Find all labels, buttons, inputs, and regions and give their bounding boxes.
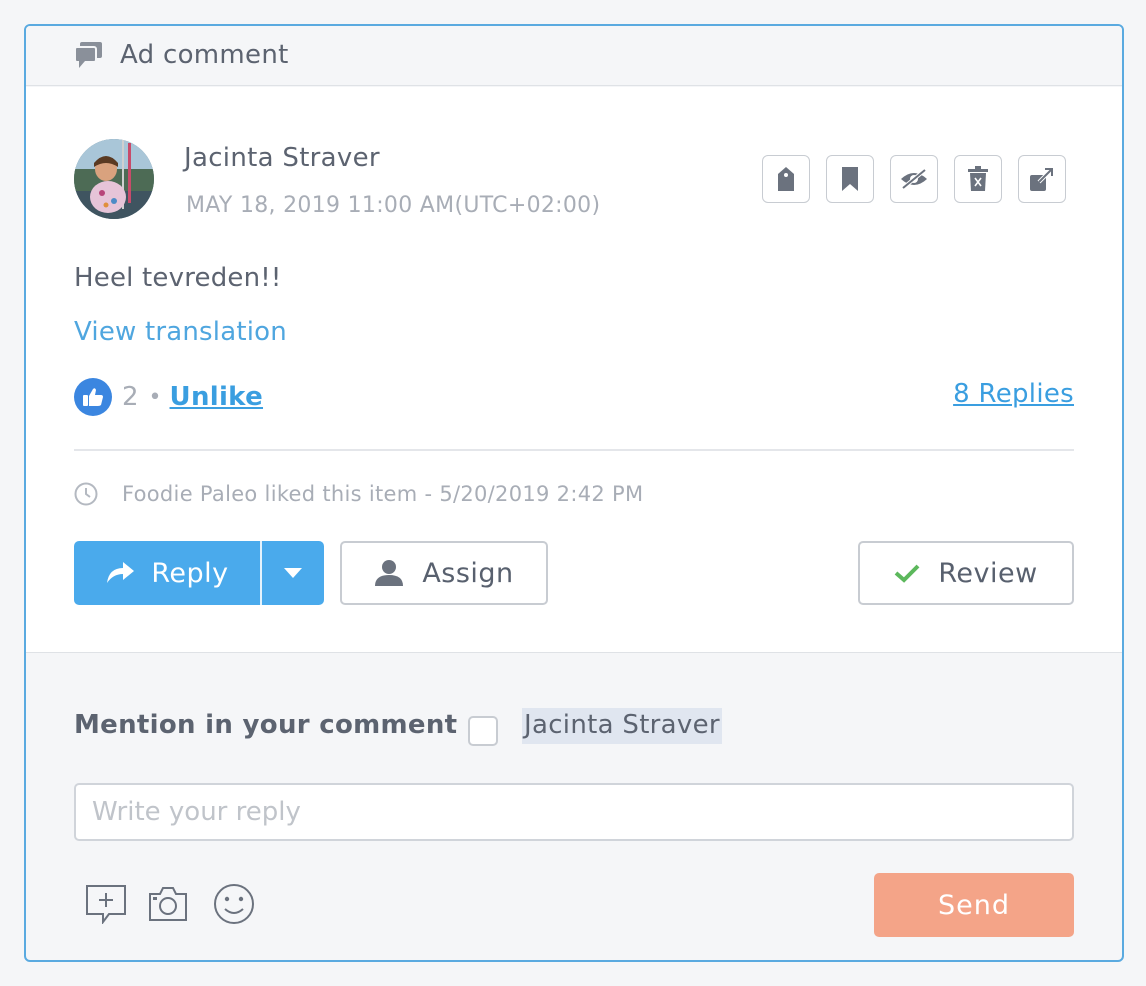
delete-button[interactable] [954, 155, 1002, 203]
tag-icon [778, 167, 794, 191]
thumbs-up-icon [74, 378, 112, 416]
ad-comment-card: Ad comment Jacinta Straver MAY 18, 2019 … [24, 24, 1124, 962]
comment-timestamp: MAY 18, 2019 11:00 AM(UTC+02:00) [186, 193, 601, 218]
review-button[interactable]: Review [858, 541, 1074, 605]
reply-button-group: Reply [74, 541, 324, 605]
emoji-button[interactable] [212, 882, 256, 926]
add-note-icon [86, 885, 126, 924]
assign-label: Assign [422, 557, 514, 589]
assign-button[interactable]: Assign [340, 541, 548, 605]
replies-link[interactable]: 8 Replies [953, 379, 1074, 409]
camera-icon [149, 887, 187, 921]
like-separator: • [148, 384, 162, 410]
author-name[interactable]: Jacinta Straver [184, 143, 380, 173]
mention-label: Mention in your comment [74, 710, 458, 740]
chat-bubbles-icon [74, 42, 102, 68]
review-label: Review [938, 557, 1038, 589]
reply-input[interactable] [74, 783, 1074, 841]
bookmark-button[interactable] [826, 155, 874, 203]
hide-button[interactable] [890, 155, 938, 203]
divider [74, 449, 1074, 451]
emoji-icon [214, 884, 254, 924]
comment-text: Heel tevreden!! [74, 263, 282, 293]
open-external-button[interactable] [1018, 155, 1066, 203]
reply-label: Reply [151, 557, 229, 589]
like-count: 2 [122, 382, 139, 412]
unlike-link[interactable]: Unlike [170, 382, 263, 412]
reply-dropdown-button[interactable] [262, 541, 324, 605]
bookmark-icon [842, 167, 858, 191]
clock-icon [74, 482, 98, 506]
activity-line: Foodie Paleo liked this item - 5/20/2019… [74, 479, 643, 509]
reply-button[interactable]: Reply [74, 541, 260, 605]
add-note-button[interactable] [84, 882, 128, 926]
hide-icon [901, 168, 927, 190]
share-arrow-icon [107, 562, 135, 583]
camera-button[interactable] [146, 882, 190, 926]
comment-body: Jacinta Straver MAY 18, 2019 11:00 AM(UT… [26, 87, 1122, 653]
view-translation-link[interactable]: View translation [74, 317, 287, 347]
reply-separator [260, 541, 262, 605]
card-header: Ad comment [26, 26, 1122, 86]
activity-text: Foodie Paleo liked this item - 5/20/2019… [122, 482, 644, 506]
send-button[interactable]: Send [874, 873, 1074, 937]
user-icon [375, 560, 404, 586]
chevron-down-icon [284, 568, 302, 578]
mention-checkbox[interactable] [468, 716, 498, 746]
tag-button[interactable] [762, 155, 810, 203]
open-external-icon [1030, 167, 1054, 191]
checkmark-icon [895, 564, 920, 583]
delete-icon [968, 166, 988, 191]
mention-name[interactable]: Jacinta Straver [522, 708, 722, 744]
avatar[interactable] [74, 139, 154, 219]
like-row: 2 • Unlike [74, 377, 263, 417]
card-title: Ad comment [120, 40, 289, 70]
